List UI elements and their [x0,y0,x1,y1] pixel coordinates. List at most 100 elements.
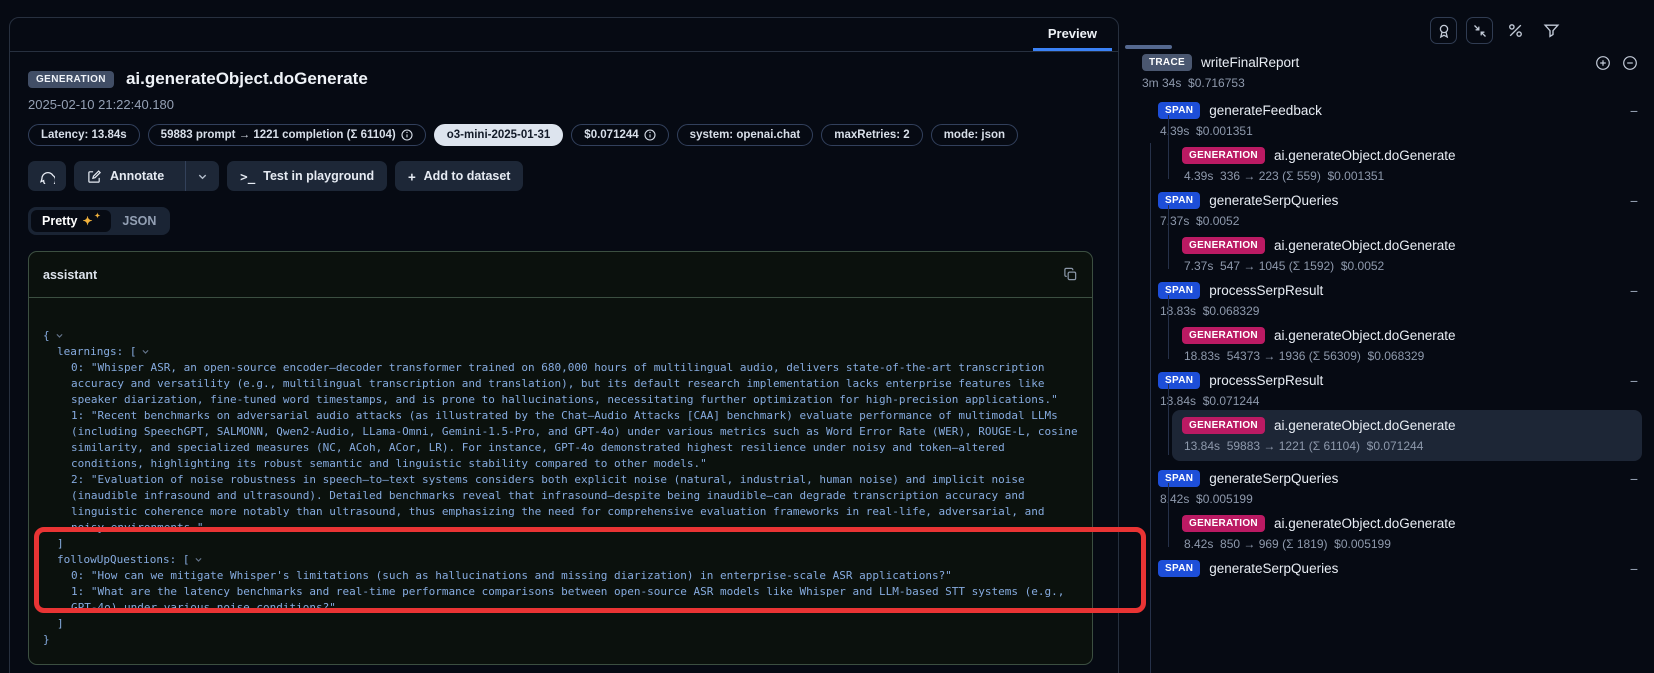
trace-node-row[interactable]: SPAN generateSerpQueries − 7.37s $0.0052 [1158,192,1638,228]
collapse-node-icon[interactable]: − [1630,562,1638,576]
metadata-pill: $0.071244 [571,124,668,146]
annotate-dropdown-button[interactable] [185,161,219,191]
metadata-pill: o3-mini-2025-01-31 [434,124,564,146]
code-line: 2: "Evaluation of noise robustness in sp… [43,472,1078,536]
tab-pretty[interactable]: Pretty ✦✦ [31,210,111,232]
comment-button[interactable] [28,161,66,191]
code-line: ] [43,536,1078,552]
node-name: processSerpResult [1209,283,1323,298]
node-metrics: 13.84s 59883 → 1221 (Σ 61104) $0.071244 [1184,439,1632,453]
metadata-pill: maxRetries: 2 [821,124,922,146]
node-name: generateSerpQueries [1209,471,1338,486]
trace-node-row[interactable]: GENERATION ai.generateObject.doGenerate … [1182,515,1638,551]
chat-bubble-icon [39,168,55,184]
node-name: ai.generateObject.doGenerate [1274,516,1456,531]
action-buttons: Annotate >_ Test in playground + Add to … [28,161,1100,191]
trace-node-row[interactable]: GENERATION ai.generateObject.doGenerate … [1172,410,1642,461]
page-title: ai.generateObject.doGenerate [126,69,368,89]
tab-preview[interactable]: Preview [1033,18,1112,51]
trace-node-row[interactable]: SPAN generateSerpQueries − [1158,560,1638,577]
node-metrics: 4.39s $0.001351 [1160,124,1638,138]
trace-node-row[interactable]: SPAN processSerpResult − 13.84s $0.07124… [1158,372,1638,408]
metadata-pill: 59883 prompt → 1221 completion (Σ 61104) [148,124,426,146]
trace-node-row[interactable]: SPAN generateFeedback − 4.39s $0.001351 [1158,102,1638,138]
collapse-chevron-icon[interactable] [55,329,64,345]
code-line: 1: "What are the latency benchmarks and … [43,584,1078,616]
node-name: ai.generateObject.doGenerate [1274,328,1456,343]
metadata-pill: Latency: 13.84s [28,124,140,146]
code-line: { [43,328,1078,344]
trace-metrics: 3m 34s $0.716753 [1142,76,1638,90]
node-type-badge: SPAN [1158,102,1200,119]
node-type-badge: SPAN [1158,470,1200,487]
node-type-badge: GENERATION [1182,515,1265,532]
copy-button[interactable] [1063,267,1078,282]
node-type-badge: GENERATION [1182,417,1265,434]
collapse-icon[interactable] [1466,17,1493,44]
terminal-icon: >_ [240,169,255,184]
node-metrics: 8.42s 850 → 969 (Σ 1819) $0.005199 [1184,537,1638,551]
info-icon[interactable] [644,129,656,141]
trace-node-row[interactable]: GENERATION ai.generateObject.doGenerate … [1182,147,1638,183]
collapse-node-icon[interactable]: − [1630,284,1638,298]
node-name: generateSerpQueries [1209,193,1338,208]
timestamp: 2025-02-10 21:22:40.180 [28,97,1100,112]
node-name: ai.generateObject.doGenerate [1274,148,1456,163]
node-metrics: 8.42s $0.005199 [1160,492,1638,506]
trace-node-row[interactable]: GENERATION ai.generateObject.doGenerate … [1182,327,1638,363]
node-name: ai.generateObject.doGenerate [1274,418,1456,433]
collapse-all-icon[interactable] [1622,55,1638,71]
sidebar-scrollbar-thumb[interactable] [1125,45,1172,49]
annotate-button[interactable]: Annotate [74,161,219,191]
code-line: 0: "Whisper ASR, an open-source encoder–… [43,360,1078,408]
node-metrics: 18.83s $0.068329 [1160,304,1638,318]
json-viewer: { learnings: [ 0: "Whisper ASR, an open-… [29,298,1092,664]
percent-icon[interactable] [1502,17,1529,44]
node-type-badge: SPAN [1158,282,1200,299]
global-toolbar [1430,17,1565,44]
node-metrics: 7.37s $0.0052 [1160,214,1638,228]
collapse-node-icon[interactable]: − [1630,194,1638,208]
trace-badge: TRACE [1142,54,1192,71]
trace-node-row[interactable]: SPAN processSerpResult − 18.83s $0.06832… [1158,282,1638,318]
collapse-node-icon[interactable]: − [1630,374,1638,388]
trace-root[interactable]: TRACE writeFinalReport 3m 34s $0.7 [1142,54,1638,90]
info-icon[interactable] [401,129,413,141]
collapse-node-icon[interactable]: − [1630,104,1638,118]
collapse-chevron-icon[interactable] [141,345,150,361]
node-type-badge: GENERATION [1182,147,1265,164]
metadata-pill: mode: json [931,124,1018,146]
test-in-playground-button[interactable]: >_ Test in playground [227,161,387,191]
node-name: ai.generateObject.doGenerate [1274,238,1456,253]
message-role-label: assistant [43,268,97,282]
trace-node-row[interactable]: SPAN generateSerpQueries − 8.42s $0.0051… [1158,470,1638,506]
tree-indent-guide [1150,143,1151,673]
plus-icon: + [408,169,416,184]
add-to-dataset-button[interactable]: + Add to dataset [395,161,523,191]
node-type-badge: GENERATION [1182,237,1265,254]
app-window: Preview GENERATION ai.generateObject.doG… [0,0,1654,673]
expand-all-icon[interactable] [1595,55,1611,71]
node-type-badge: SPAN [1158,560,1200,577]
preview-panel: Preview GENERATION ai.generateObject.doG… [9,17,1119,673]
filter-icon[interactable] [1538,17,1565,44]
trace-tree-sidebar: TRACE writeFinalReport 3m 34s $0.7 [1128,45,1654,673]
chevron-down-icon [197,171,208,182]
node-name: generateFeedback [1209,103,1322,118]
tab-json[interactable]: JSON [111,210,167,232]
code-line: ] [43,616,1078,632]
node-metrics: 4.39s 336 → 223 (Σ 559) $0.001351 [1184,169,1638,183]
collapse-chevron-icon[interactable] [194,553,203,569]
node-name: processSerpResult [1209,373,1323,388]
code-line: 1: "Recent benchmarks on adversarial aud… [43,408,1078,472]
trace-node-row[interactable]: GENERATION ai.generateObject.doGenerate … [1182,237,1638,273]
pencil-square-icon [87,169,102,184]
node-metrics: 13.84s $0.071244 [1160,394,1638,408]
award-icon[interactable] [1430,17,1457,44]
collapse-node-icon[interactable]: − [1630,472,1638,486]
code-line: 0: "How can we mitigate Whisper's limita… [43,568,1078,584]
code-line: } [43,632,1078,648]
node-type-badge: GENERATION [1182,327,1265,344]
metadata-pill: system: openai.chat [677,124,814,146]
copy-icon [1063,267,1078,282]
